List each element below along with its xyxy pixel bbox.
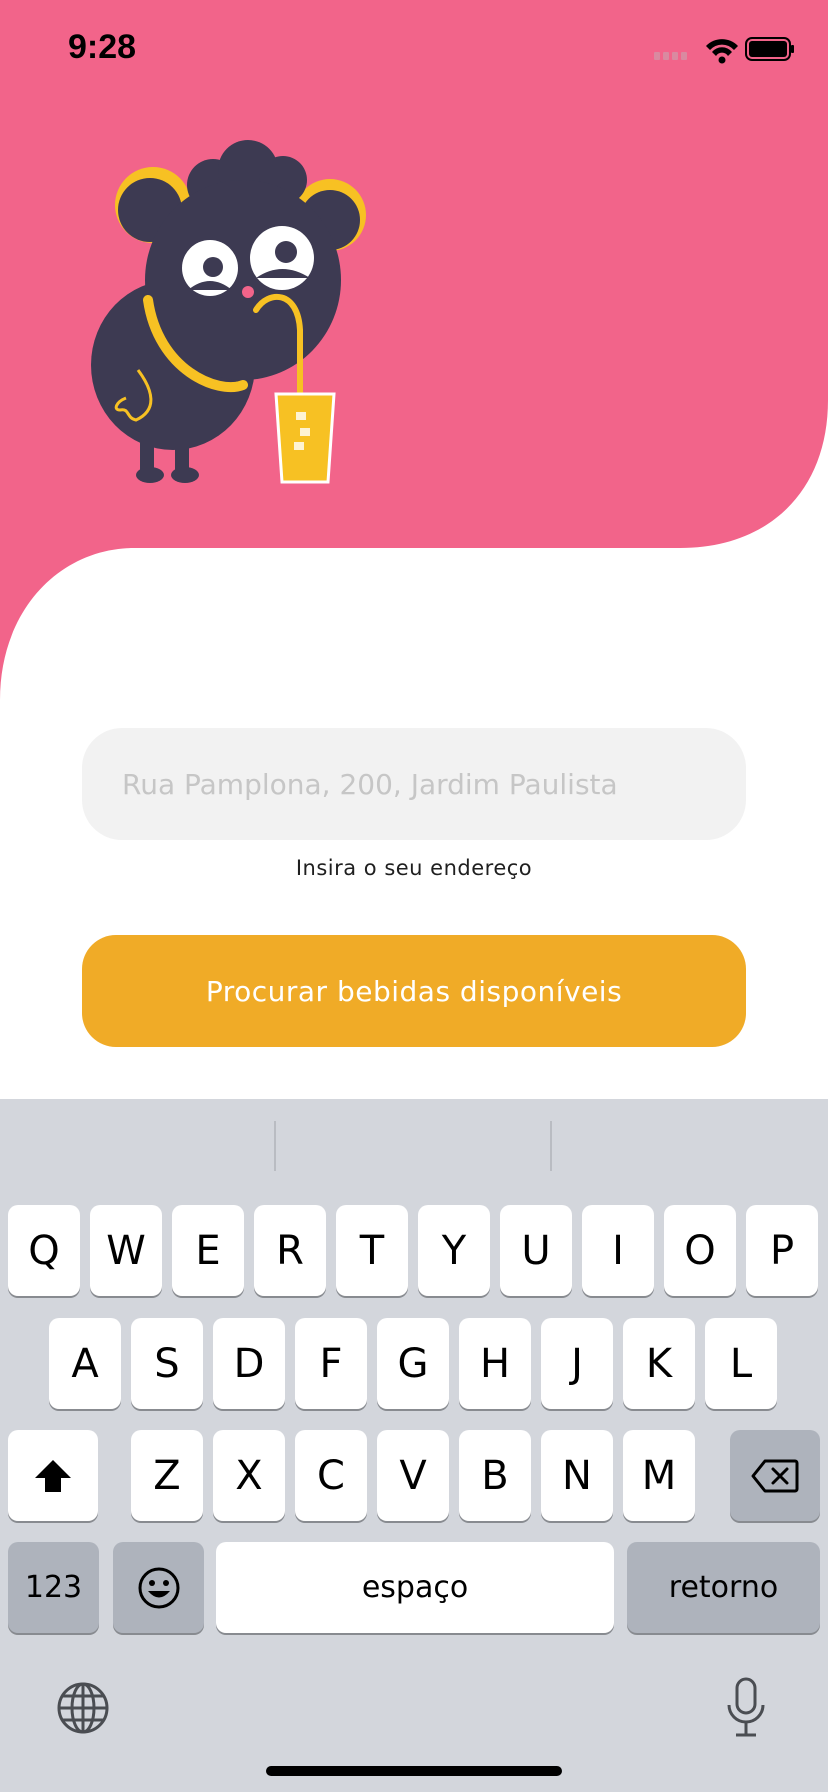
backspace-icon	[751, 1459, 799, 1492]
key-m[interactable]: M	[623, 1430, 695, 1521]
key-g[interactable]: G	[377, 1318, 449, 1409]
globe-icon	[57, 1682, 109, 1734]
wifi-icon	[706, 39, 738, 64]
key-e[interactable]: E	[172, 1205, 244, 1296]
suggestion-divider	[274, 1121, 276, 1171]
backspace-key[interactable]	[730, 1430, 820, 1521]
emoji-icon	[138, 1567, 179, 1608]
key-v[interactable]: V	[377, 1430, 449, 1521]
key-p[interactable]: P	[746, 1205, 818, 1296]
status-time: 9:28	[68, 28, 137, 66]
key-q[interactable]: Q	[8, 1205, 80, 1296]
key-a[interactable]: A	[49, 1318, 121, 1409]
globe-button[interactable]	[56, 1681, 110, 1739]
status-icons	[654, 34, 794, 68]
key-j[interactable]: J	[541, 1318, 613, 1409]
search-drinks-button[interactable]: Procurar bebidas disponíveis	[82, 935, 746, 1047]
space-key[interactable]: espaço	[216, 1542, 614, 1633]
key-i[interactable]: I	[582, 1205, 654, 1296]
emoji-key[interactable]	[113, 1542, 204, 1633]
key-s[interactable]: S	[131, 1318, 203, 1409]
address-hint: Insira o seu endereço	[295, 856, 533, 880]
numbers-key[interactable]: 123	[8, 1542, 99, 1633]
key-u[interactable]: U	[500, 1205, 572, 1296]
microphone-icon	[727, 1677, 765, 1737]
suggestion-divider	[550, 1121, 552, 1171]
key-k[interactable]: K	[623, 1318, 695, 1409]
shift-key[interactable]	[8, 1430, 98, 1521]
key-z[interactable]: Z	[131, 1430, 203, 1521]
dictation-button[interactable]	[726, 1677, 766, 1743]
shift-icon	[35, 1459, 71, 1492]
key-w[interactable]: W	[90, 1205, 162, 1296]
return-key[interactable]: retorno	[627, 1542, 820, 1633]
address-input[interactable]	[82, 728, 746, 840]
key-f[interactable]: F	[295, 1318, 367, 1409]
mascot-illustration	[78, 140, 378, 494]
key-o[interactable]: O	[664, 1205, 736, 1296]
key-n[interactable]: N	[541, 1430, 613, 1521]
key-t[interactable]: T	[336, 1205, 408, 1296]
keyboard: Q W E R T Y U I O P A S D F G H J K L Z …	[0, 1099, 828, 1792]
key-b[interactable]: B	[459, 1430, 531, 1521]
battery-icon	[745, 37, 794, 61]
key-c[interactable]: C	[295, 1430, 367, 1521]
home-indicator	[266, 1766, 562, 1776]
key-y[interactable]: Y	[418, 1205, 490, 1296]
key-d[interactable]: D	[213, 1318, 285, 1409]
key-x[interactable]: X	[213, 1430, 285, 1521]
key-l[interactable]: L	[705, 1318, 777, 1409]
key-r[interactable]: R	[254, 1205, 326, 1296]
key-h[interactable]: H	[459, 1318, 531, 1409]
cellular-signal-icon	[654, 52, 687, 60]
